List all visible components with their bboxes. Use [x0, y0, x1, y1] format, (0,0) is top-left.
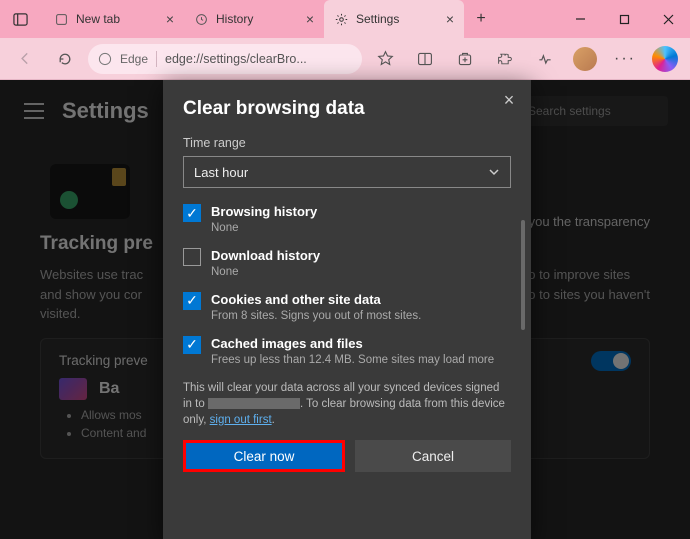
more-button[interactable]: ··· [608, 43, 642, 75]
checkbox-row-cache[interactable]: ✓ Cached images and files Frees up less … [183, 336, 511, 368]
extensions-button[interactable] [488, 43, 522, 75]
profile-button[interactable] [568, 43, 602, 75]
checkbox-row-cookies[interactable]: ✓ Cookies and other site data From 8 sit… [183, 292, 511, 324]
copilot-icon [652, 46, 678, 72]
close-icon[interactable]: × [166, 11, 174, 27]
maximize-button[interactable] [602, 0, 646, 38]
dialog-title: Clear browsing data [183, 98, 511, 120]
close-icon[interactable]: × [306, 11, 314, 27]
engine-label: Edge [120, 52, 148, 66]
toolbar: Edge edge://settings/clearBro... ··· [0, 38, 690, 80]
window-controls [558, 0, 690, 38]
sign-out-link[interactable]: sign out first [210, 414, 272, 426]
checkbox[interactable] [183, 248, 201, 266]
checkbox[interactable]: ✓ [183, 292, 201, 310]
divider [156, 51, 157, 67]
close-window-button[interactable] [646, 0, 690, 38]
tab-new-tab[interactable]: New tab × [44, 0, 184, 38]
title-bar: New tab × History × Settings × + [0, 0, 690, 38]
address-bar[interactable]: Edge edge://settings/clearBro... [88, 44, 362, 74]
tab-label: New tab [76, 12, 120, 26]
check-subtitle: Frees up less than 12.4 MB. Some sites m… [211, 353, 494, 368]
edge-icon [98, 52, 112, 66]
tab-strip: New tab × History × Settings × + [40, 0, 558, 38]
split-screen-button[interactable] [408, 43, 442, 75]
tab-history[interactable]: History × [184, 0, 324, 38]
check-title: Cookies and other site data [211, 292, 421, 307]
time-range-select[interactable]: Last hour [183, 156, 511, 188]
avatar [573, 47, 597, 71]
page-icon [54, 12, 68, 26]
tab-settings[interactable]: Settings × [324, 0, 464, 38]
chevron-down-icon [488, 166, 500, 178]
check-subtitle: From 8 sites. Signs you out of most site… [211, 309, 421, 324]
refresh-button[interactable] [48, 43, 82, 75]
scrollbar[interactable] [521, 220, 525, 330]
redacted-account [208, 398, 300, 409]
tab-label: Settings [356, 12, 399, 26]
select-value: Last hour [194, 165, 248, 180]
new-tab-button[interactable]: + [464, 0, 498, 38]
check-title: Browsing history [211, 204, 317, 219]
close-dialog-button[interactable]: × [499, 90, 519, 110]
minimize-button[interactable] [558, 0, 602, 38]
checkbox-row-browsing-history[interactable]: ✓ Browsing history None [183, 204, 511, 236]
tab-actions-icon[interactable] [0, 0, 40, 38]
back-button[interactable] [8, 43, 42, 75]
tab-label: History [216, 12, 253, 26]
dialog-button-row: Clear now Cancel [183, 440, 511, 472]
content-area: Settings Search settings g you the trans… [0, 80, 690, 539]
time-range-label: Time range [183, 136, 511, 150]
check-title: Cached images and files [211, 336, 494, 351]
history-icon [194, 12, 208, 26]
clear-now-button[interactable]: Clear now [183, 440, 345, 472]
clear-browsing-data-dialog: × Clear browsing data Time range Last ho… [163, 80, 531, 539]
check-title: Download history [211, 248, 320, 263]
performance-button[interactable] [528, 43, 562, 75]
cancel-button[interactable]: Cancel [355, 440, 511, 472]
check-subtitle: None [211, 221, 317, 236]
sync-notice: This will clear your data across all you… [183, 380, 511, 428]
checkbox[interactable]: ✓ [183, 336, 201, 354]
checkbox[interactable]: ✓ [183, 204, 201, 222]
check-subtitle: None [211, 265, 320, 280]
collections-button[interactable] [448, 43, 482, 75]
gear-icon [334, 12, 348, 26]
close-icon[interactable]: × [446, 11, 454, 27]
copilot-button[interactable] [648, 43, 682, 75]
favorite-button[interactable] [368, 43, 402, 75]
checkbox-row-download-history[interactable]: Download history None [183, 248, 511, 280]
url-text: edge://settings/clearBro... [165, 52, 307, 66]
